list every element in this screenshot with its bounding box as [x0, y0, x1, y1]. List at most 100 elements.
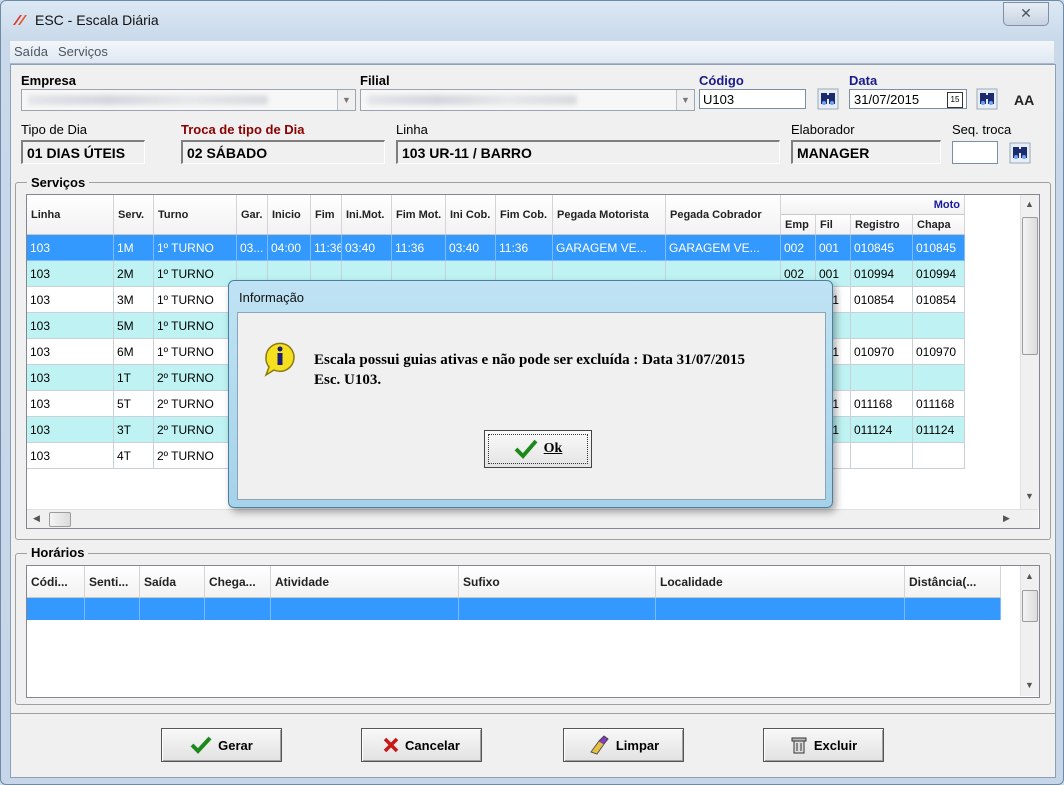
- table-cell: 03:40: [342, 235, 392, 261]
- search-codigo-icon[interactable]: [817, 88, 839, 110]
- horarios-col-header[interactable]: Senti...: [85, 566, 140, 598]
- table-cell: 010994: [913, 261, 965, 287]
- horarios-col-header[interactable]: Atividade: [271, 566, 459, 598]
- table-cell: 103: [27, 443, 114, 469]
- close-button[interactable]: ✕: [1003, 2, 1049, 26]
- hscroll-thumb[interactable]: [49, 512, 71, 527]
- chevron-down-icon: ▼: [676, 90, 694, 110]
- table-cell: 010854: [851, 287, 913, 313]
- horarios-vscrollbar[interactable]: ▲ ▼: [1020, 566, 1039, 696]
- dialog-message-line2: Esc. U103.: [314, 372, 382, 388]
- servicos-title: Serviços: [27, 175, 90, 190]
- servicos-col-header[interactable]: Pegada Cobrador: [666, 195, 781, 235]
- table-cell: 001: [816, 235, 851, 261]
- calendar-icon[interactable]: 15: [947, 92, 963, 108]
- table-cell: 103: [27, 235, 114, 261]
- servicos-col-header[interactable]: Fim: [311, 195, 342, 235]
- servicos-col-header[interactable]: Chapa: [913, 215, 965, 235]
- table-cell: 011124: [851, 417, 913, 443]
- codigo-label: Código: [699, 73, 744, 88]
- window-title: ESC - Escala Diária: [35, 12, 159, 28]
- gerar-button[interactable]: Gerar: [161, 728, 282, 762]
- table-cell: 03...: [237, 235, 268, 261]
- table-cell: 103: [27, 365, 114, 391]
- table-cell: 1º TURNO: [154, 313, 237, 339]
- scroll-thumb[interactable]: [1022, 590, 1038, 622]
- info-dialog: Informação Escala possui guias ativas e …: [228, 280, 833, 508]
- scroll-thumb[interactable]: [1022, 217, 1038, 355]
- table-cell: 6M: [114, 339, 154, 365]
- servicos-col-header[interactable]: Ini.Mot.: [342, 195, 392, 235]
- cancelar-button[interactable]: Cancelar: [361, 728, 482, 762]
- servicos-col-header[interactable]: Fim Mot.: [392, 195, 446, 235]
- table-cell: 1º TURNO: [154, 235, 237, 261]
- servicos-group-header: Moto: [781, 195, 965, 215]
- horarios-col-header[interactable]: Chega...: [205, 566, 271, 598]
- table-cell: 2º TURNO: [154, 443, 237, 469]
- servicos-col-header[interactable]: Fil: [816, 215, 851, 235]
- horarios-col-header[interactable]: Distância(...: [905, 566, 1001, 598]
- table-cell: 010854: [913, 287, 965, 313]
- table-cell: 11:36: [496, 235, 553, 261]
- servicos-col-header[interactable]: Pegada Motorista: [553, 195, 666, 235]
- servicos-col-header[interactable]: Fim Cob.: [496, 195, 553, 235]
- seq-troca-input[interactable]: [952, 141, 998, 164]
- chevron-down-icon: ▼: [337, 90, 355, 110]
- servicos-col-header[interactable]: Registro: [851, 215, 913, 235]
- codigo-input[interactable]: U103: [699, 89, 806, 109]
- table-cell: 2º TURNO: [154, 391, 237, 417]
- horarios-col-header[interactable]: Códi...: [27, 566, 85, 598]
- table-cell: 1º TURNO: [154, 261, 237, 287]
- scroll-down-icon[interactable]: ▼: [1021, 491, 1038, 501]
- horarios-col-header[interactable]: Localidade: [656, 566, 905, 598]
- empresa-select[interactable]: ▼: [21, 89, 356, 111]
- table-cell: [851, 443, 913, 469]
- limpar-button[interactable]: Limpar: [563, 728, 684, 762]
- servicos-col-header[interactable]: Ini Cob.: [446, 195, 496, 235]
- data-label: Data: [849, 73, 878, 88]
- elaborador-label: Elaborador: [791, 122, 855, 137]
- excluir-button[interactable]: Excluir: [763, 728, 884, 762]
- servicos-col-header[interactable]: Serv.: [114, 195, 154, 235]
- servicos-vscrollbar[interactable]: ▲ ▼: [1020, 195, 1039, 509]
- filial-select[interactable]: ▼: [360, 89, 695, 111]
- horarios-col-header[interactable]: Saída: [140, 566, 205, 598]
- table-cell: [913, 443, 965, 469]
- dialog-title: Informação: [239, 290, 305, 305]
- servicos-col-header[interactable]: Emp: [781, 215, 816, 235]
- search-data-icon[interactable]: [976, 88, 998, 110]
- table-cell: 04:00: [268, 235, 311, 261]
- servicos-col-header[interactable]: Gar.: [237, 195, 268, 235]
- eraser-icon: [590, 735, 609, 755]
- check-icon: [190, 736, 212, 754]
- table-cell: 002: [781, 235, 816, 261]
- table-cell: 011168: [913, 391, 965, 417]
- table-cell: 2º TURNO: [154, 417, 237, 443]
- scroll-right-icon[interactable]: ▶: [1003, 513, 1010, 524]
- trash-icon: [791, 737, 807, 754]
- x-icon: [383, 737, 399, 753]
- servicos-col-header[interactable]: Linha: [27, 195, 114, 235]
- horarios-col-header[interactable]: Sufixo: [459, 566, 656, 598]
- ok-button[interactable]: Ok: [484, 430, 592, 468]
- data-input[interactable]: 31/07/2015 15: [849, 89, 967, 109]
- horarios-grid: Códi... Senti... Saída Chega... Atividade Suf…: [26, 565, 1040, 698]
- horarios-selected-row[interactable]: [27, 598, 1001, 620]
- table-cell: 010845: [851, 235, 913, 261]
- scroll-up-icon[interactable]: ▲: [1021, 199, 1038, 209]
- table-cell: 010970: [913, 339, 965, 365]
- table-cell: 1M: [114, 235, 154, 261]
- servicos-hscrollbar[interactable]: ◀ ▶: [27, 509, 1038, 528]
- troca-tipo-field[interactable]: 02 SÁBADO: [181, 140, 385, 164]
- scroll-left-icon[interactable]: ◀: [33, 513, 40, 524]
- search-seq-troca-icon[interactable]: [1009, 142, 1031, 164]
- menu-servicos[interactable]: Serviços: [58, 44, 108, 59]
- servicos-col-header[interactable]: Inicio: [268, 195, 311, 235]
- font-size-icon[interactable]: AA: [1014, 92, 1034, 108]
- menu-saida[interactable]: Saída: [14, 44, 48, 59]
- scroll-up-icon[interactable]: ▲: [1021, 571, 1038, 581]
- filial-label: Filial: [360, 73, 390, 88]
- scroll-down-icon[interactable]: ▼: [1021, 680, 1038, 690]
- limpar-label: Limpar: [615, 737, 660, 753]
- servicos-col-header[interactable]: Turno: [154, 195, 237, 235]
